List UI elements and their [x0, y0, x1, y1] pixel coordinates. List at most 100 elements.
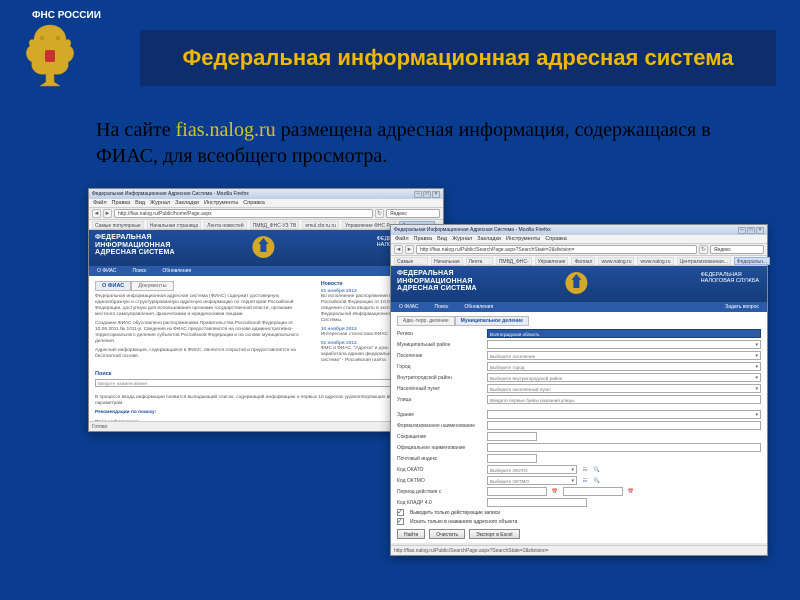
calendar-icon[interactable]: 📅: [627, 488, 635, 496]
okato-select[interactable]: Выберите ОКАТО: [487, 465, 577, 474]
formal-name-input[interactable]: [487, 421, 761, 430]
find-button[interactable]: Найти: [397, 529, 425, 539]
forward-icon[interactable]: ►: [103, 209, 112, 218]
minimize-icon[interactable]: –: [738, 227, 746, 234]
street-input[interactable]: Введите первые буквы названия улицы: [487, 395, 761, 404]
tree-icon[interactable]: ☷: [581, 477, 589, 485]
export-excel-button[interactable]: Экспорт в Excel: [469, 529, 519, 539]
intracity-select[interactable]: Выберите внутригородской район: [487, 373, 761, 382]
bookmark-item[interactable]: emul.cbr.ru.ru: [302, 221, 339, 229]
menu-bar[interactable]: ФайлПравкаВидЖурналЗакладкиИнструментыСп…: [89, 199, 443, 208]
search-input[interactable]: Введите наименование: [95, 379, 409, 387]
bookmark-item[interactable]: Управление ФНС Р...: [535, 257, 569, 265]
hint-rec-title: Рекомендации по поиску:: [95, 410, 437, 416]
bookmark-item[interactable]: Начальная страница: [147, 221, 201, 229]
browser-window-2: Федеральная Информационная Адресная Сист…: [390, 224, 768, 556]
slide-body: На сайте fias.nalog.ru размещена адресна…: [96, 118, 740, 169]
label-street: Улица: [397, 397, 483, 403]
label-intracity: Внутригородской район: [397, 375, 483, 381]
search-icon[interactable]: 🔍: [593, 466, 601, 474]
search-icon[interactable]: 🔍: [593, 477, 601, 485]
building-select[interactable]: [487, 410, 761, 419]
bookmark-item[interactable]: Самые популярные: [394, 257, 428, 265]
short-name-input[interactable]: [487, 432, 537, 441]
bookmark-item[interactable]: Управление ФНС Р...: [342, 221, 396, 229]
tab-municipal-division[interactable]: Муниципальное деление: [455, 316, 529, 326]
maximize-icon[interactable]: □: [423, 191, 431, 198]
news-heading: Новости: [321, 281, 343, 287]
clear-button[interactable]: Очистить: [429, 529, 465, 539]
label-settlement: Поселение: [397, 353, 483, 359]
bookmark-item[interactable]: Самые популярные: [92, 221, 144, 229]
reload-icon[interactable]: ↻: [699, 245, 708, 254]
bookmark-item[interactable]: Федеральн...: [734, 257, 770, 265]
calendar-icon[interactable]: 📅: [551, 488, 559, 496]
window-titlebar[interactable]: Федеральная Информационная Адресная Сист…: [89, 189, 443, 199]
search-heading: Поиск: [95, 371, 437, 377]
checkbox-names-only[interactable]: [397, 518, 404, 525]
label-period: Период действия с: [397, 489, 483, 495]
nav-item[interactable]: О ФИАС: [89, 268, 125, 274]
browser-search-input[interactable]: Яндекс: [710, 245, 764, 254]
region-select[interactable]: Волгоградская область: [487, 329, 761, 338]
url-toolbar: ◄ ► http://fias.nalog.ru/Public/home/Pag…: [89, 208, 443, 220]
nav-item[interactable]: Поиск: [427, 304, 457, 310]
nav-item[interactable]: Поиск: [125, 268, 155, 274]
checkbox-active-only[interactable]: [397, 509, 404, 516]
menu-bar[interactable]: ФайлПравкаВидЖурналЗакладкиИнструментыСп…: [391, 235, 767, 244]
url-input[interactable]: http://fias.nalog.ru/Public/SearchPage.a…: [416, 245, 697, 254]
bookmark-item[interactable]: Централизованная...: [677, 257, 731, 265]
eagle-emblem-icon: [20, 20, 80, 90]
forward-icon[interactable]: ►: [405, 245, 414, 254]
minimize-icon[interactable]: –: [414, 191, 422, 198]
bookmark-item[interactable]: ПМВД_ФНС-УЗ ТВ: [250, 221, 300, 229]
munic-district-select[interactable]: [487, 340, 761, 349]
period-from-input[interactable]: [487, 487, 547, 496]
oktmo-select[interactable]: Выберите ОКТМО: [487, 476, 577, 485]
browser-search-input[interactable]: Яндекс: [386, 209, 440, 218]
fns-emblem-icon: [250, 234, 276, 260]
tab-about[interactable]: О ФИАС: [95, 281, 131, 291]
maximize-icon[interactable]: □: [747, 227, 755, 234]
label-oktmo: Код ОКТМО: [397, 478, 483, 484]
city-select[interactable]: Выберите город: [487, 362, 761, 371]
nav-item[interactable]: Задать вопрос: [717, 304, 767, 310]
bookmark-item[interactable]: www.nalog.ru - Фе...: [598, 257, 634, 265]
label-kladr: Код КЛАДР 4.0: [397, 500, 483, 506]
nav-item[interactable]: Обновления: [456, 304, 501, 310]
back-icon[interactable]: ◄: [394, 245, 403, 254]
reload-icon[interactable]: ↻: [375, 209, 384, 218]
settlement-select[interactable]: Выберите поселение: [487, 351, 761, 360]
bookmark-item[interactable]: www.nalog.ru - Се...: [637, 257, 673, 265]
official-name-input[interactable]: [487, 443, 761, 452]
tree-icon[interactable]: ☷: [581, 466, 589, 474]
period-to-input[interactable]: [563, 487, 623, 496]
status-bar: http://fias.nalog.ru/Public/SearchPage.a…: [391, 545, 767, 555]
window-titlebar[interactable]: Федеральная Информационная Адресная Сист…: [391, 225, 767, 235]
tab-admin-division[interactable]: Адм.-терр. деление: [397, 316, 455, 326]
label-okato: Код ОКАТО: [397, 467, 483, 473]
site-header: ФЕДЕРАЛЬНАЯ ИНФОРМАЦИОННАЯ АДРЕСНАЯ СИСТ…: [391, 266, 767, 302]
url-highlight: fias.nalog.ru: [176, 119, 276, 141]
url-toolbar: ◄ ► http://fias.nalog.ru/Public/SearchPa…: [391, 244, 767, 256]
about-paragraph: Адресная информация, содержащаяся в ФИАС…: [95, 348, 313, 360]
postal-input[interactable]: [487, 454, 537, 463]
nav-item[interactable]: Обновления: [154, 268, 199, 274]
bookmark-item[interactable]: Лента новостей: [466, 257, 493, 265]
url-input[interactable]: http://fias.nalog.ru/Public/home/Page.as…: [114, 209, 373, 218]
close-icon[interactable]: ×: [756, 227, 764, 234]
label-building: Здание: [397, 412, 483, 418]
bookmark-item[interactable]: Лента новостей: [204, 221, 246, 229]
nav-item[interactable]: О ФИАС: [391, 304, 427, 310]
about-paragraph: Федеральная информационная адресная сист…: [95, 294, 313, 318]
bookmarks-bar: Самые популярные Начальная страница Лент…: [391, 256, 767, 266]
bookmark-item[interactable]: Начальная страница: [431, 257, 462, 265]
browser-viewport: ФЕДЕРАЛЬНАЯ ИНФОРМАЦИОННАЯ АДРЕСНАЯ СИСТ…: [391, 266, 767, 545]
bookmark-item[interactable]: ПМВД_ФНС-УЗ ТВ: [496, 257, 532, 265]
tab-documents[interactable]: Документы: [131, 281, 173, 291]
back-icon[interactable]: ◄: [92, 209, 101, 218]
bookmark-item[interactable]: Филиал ФГУП ГНИ...: [571, 257, 595, 265]
locality-select[interactable]: Выберите населённый пункт: [487, 384, 761, 393]
close-icon[interactable]: ×: [432, 191, 440, 198]
kladr-input[interactable]: [487, 498, 587, 507]
